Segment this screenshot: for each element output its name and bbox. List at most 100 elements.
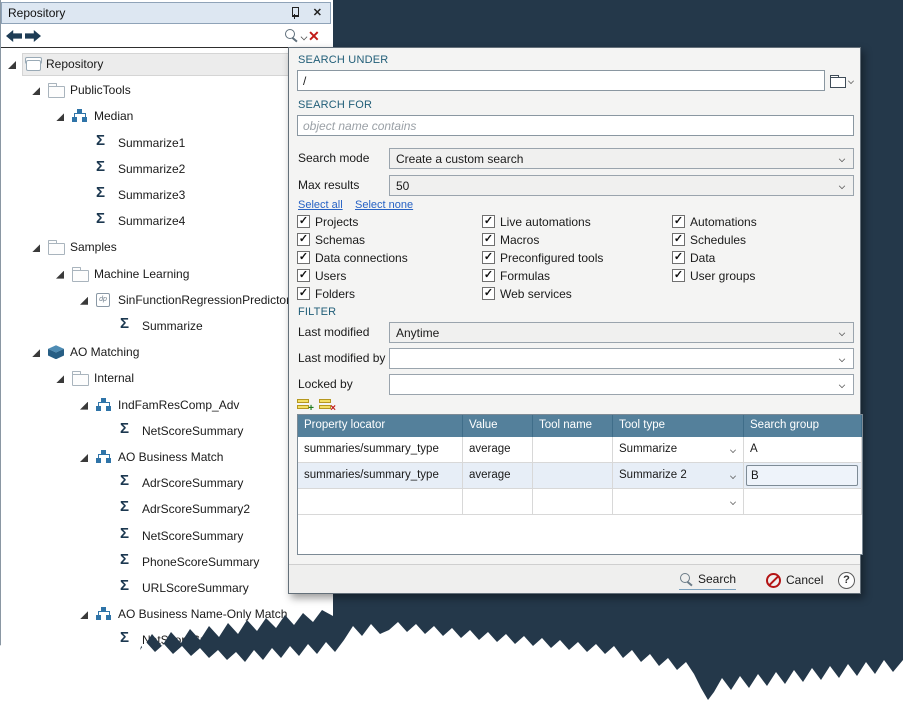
chevron-down-icon[interactable] (730, 499, 736, 505)
checkbox-data[interactable]: ✓Data (672, 250, 715, 265)
checkbox-checked-icon[interactable]: ✓ (297, 269, 310, 282)
checkbox-automations[interactable]: ✓Automations (672, 214, 757, 229)
tree-item-summarize3[interactable]: ΣSummarize3 (0, 183, 333, 209)
checkbox-preconfigured-tools[interactable]: ✓Preconfigured tools (482, 250, 603, 265)
tree-item-machine-learning[interactable]: Machine Learning (0, 262, 333, 288)
cell-tool_name[interactable] (533, 437, 613, 462)
expand-arrow-icon[interactable] (80, 454, 88, 462)
table-row[interactable]: summaries/summary_typeaverage SummarizeA (298, 437, 862, 463)
tree-item-netscoresummary[interactable]: ΣNetScoreSummary (0, 419, 333, 445)
expand-arrow-icon[interactable] (56, 271, 64, 279)
tree-item-repository[interactable]: Repository (0, 52, 333, 78)
last-modified-by-select[interactable] (389, 348, 854, 369)
expand-arrow-icon[interactable] (32, 244, 40, 252)
checkbox-checked-icon[interactable]: ✓ (482, 269, 495, 282)
last-modified-select[interactable]: Anytime (389, 322, 854, 343)
checkbox-user-groups[interactable]: ✓User groups (672, 268, 755, 283)
checkbox-web-services[interactable]: ✓Web services (482, 286, 572, 301)
column-header-property-locator[interactable]: Property locator (298, 415, 463, 437)
cell-value[interactable]: average (463, 437, 533, 462)
table-row[interactable] (298, 489, 862, 515)
table-row[interactable]: summaries/summary_typeaverageSummarize 2… (298, 463, 862, 489)
expand-arrow-icon[interactable] (80, 402, 88, 410)
checkbox-formulas[interactable]: ✓Formulas (482, 268, 550, 283)
cell-tool_type[interactable]: Summarize 2 (613, 463, 744, 488)
cell-property_locator[interactable]: summaries/summary_type (298, 463, 463, 488)
expand-arrow-icon[interactable] (32, 349, 40, 357)
clear-search-icon[interactable]: ✕ (308, 28, 320, 45)
expand-arrow-icon[interactable] (8, 61, 16, 69)
focused-cell-editor[interactable]: B (746, 465, 858, 486)
select-none-link[interactable]: Select none (355, 199, 413, 211)
search-for-input[interactable] (297, 115, 854, 136)
checkbox-users[interactable]: ✓Users (297, 268, 346, 283)
select-all-link[interactable]: Select all (298, 199, 343, 211)
max-results-select[interactable]: 50 (389, 175, 854, 196)
column-header-tool-type[interactable]: Tool type (613, 415, 744, 437)
tree-item-indfamrescomp-adv[interactable]: IndFamResComp_Adv (0, 393, 333, 419)
search-button[interactable]: Search (679, 570, 736, 590)
tree-item-samples[interactable]: Samples (0, 235, 333, 261)
expand-arrow-icon[interactable] (56, 375, 64, 383)
checkbox-checked-icon[interactable]: ✓ (672, 251, 685, 264)
tree-item-median[interactable]: Median (0, 104, 333, 130)
cell-value[interactable] (463, 489, 533, 514)
cell-property_locator[interactable] (298, 489, 463, 514)
cell-property_locator[interactable]: summaries/summary_type (298, 437, 463, 462)
cell-search_group[interactable]: B (744, 463, 862, 488)
tree-item-adrscoresummary[interactable]: ΣAdrScoreSummary (0, 471, 333, 497)
checkbox-schedules[interactable]: ✓Schedules (672, 232, 746, 247)
tree-item-summarize4[interactable]: ΣSummarize4 (0, 209, 333, 235)
tree-item-netscoresummary[interactable]: ΣNetScoreSummary (0, 524, 333, 550)
search-dropdown-chevron-icon[interactable] (301, 34, 308, 41)
checkbox-checked-icon[interactable]: ✓ (297, 233, 310, 246)
tree-item-ao-business-match[interactable]: AO Business Match (0, 445, 333, 471)
tree-item-urlscoresummary[interactable]: ΣURLScoreSummary (0, 576, 333, 602)
tree-item-ao-matching[interactable]: AO Matching (0, 340, 333, 366)
expand-arrow-icon[interactable] (80, 611, 88, 619)
chevron-down-icon[interactable] (730, 447, 736, 453)
delete-row-button[interactable]: × (319, 398, 336, 412)
search-icon[interactable] (284, 28, 299, 43)
cell-tool_name[interactable] (533, 463, 613, 488)
chevron-down-icon[interactable] (730, 473, 736, 479)
checkbox-checked-icon[interactable]: ✓ (672, 215, 685, 228)
add-row-button[interactable]: + (297, 398, 314, 412)
close-icon[interactable]: ✕ (313, 8, 322, 19)
checkbox-checked-icon[interactable]: ✓ (482, 233, 495, 246)
expand-arrow-icon[interactable] (56, 113, 64, 121)
pin-icon[interactable] (290, 6, 299, 20)
checkbox-checked-icon[interactable]: ✓ (297, 287, 310, 300)
checkbox-schemas[interactable]: ✓Schemas (297, 232, 365, 247)
checkbox-checked-icon[interactable]: ✓ (482, 215, 495, 228)
checkbox-checked-icon[interactable]: ✓ (672, 233, 685, 246)
checkbox-checked-icon[interactable]: ✓ (297, 215, 310, 228)
browse-folder-button[interactable] (830, 70, 860, 92)
expand-arrow-icon[interactable] (32, 87, 40, 95)
search-mode-select[interactable]: Create a custom search (389, 148, 854, 169)
locked-by-select[interactable] (389, 374, 854, 395)
checkbox-folders[interactable]: ✓Folders (297, 286, 355, 301)
cell-tool_type[interactable]: Summarize (613, 437, 744, 462)
cancel-button[interactable]: Cancel (766, 570, 823, 590)
column-header-tool-name[interactable]: Tool name (533, 415, 613, 437)
expand-arrow-icon[interactable] (80, 297, 88, 305)
checkbox-checked-icon[interactable]: ✓ (482, 251, 495, 264)
checkbox-data-connections[interactable]: ✓Data connections (297, 250, 408, 265)
column-header-search-group[interactable]: Search group (744, 415, 862, 437)
column-header-value[interactable]: Value (463, 415, 533, 437)
checkbox-checked-icon[interactable]: ✓ (482, 287, 495, 300)
tree-item-internal[interactable]: Internal (0, 366, 333, 392)
tree-item-adrscoresummary2[interactable]: ΣAdrScoreSummary2 (0, 497, 333, 523)
help-button[interactable]: ? (838, 572, 855, 589)
checkbox-macros[interactable]: ✓Macros (482, 232, 539, 247)
tree-item-sinfunctionregressionpredictor[interactable]: dpSinFunctionRegressionPredictor (0, 288, 333, 314)
tree-item-summarize[interactable]: ΣSummarize (0, 314, 333, 340)
tree-item-publictools[interactable]: PublicTools (0, 78, 333, 104)
cell-search_group[interactable] (744, 489, 862, 514)
checkbox-checked-icon[interactable]: ✓ (297, 251, 310, 264)
cell-search_group[interactable]: A (744, 437, 862, 462)
back-arrow-icon[interactable] (6, 30, 22, 42)
checkbox-checked-icon[interactable]: ✓ (672, 269, 685, 282)
checkbox-live-automations[interactable]: ✓Live automations (482, 214, 591, 229)
